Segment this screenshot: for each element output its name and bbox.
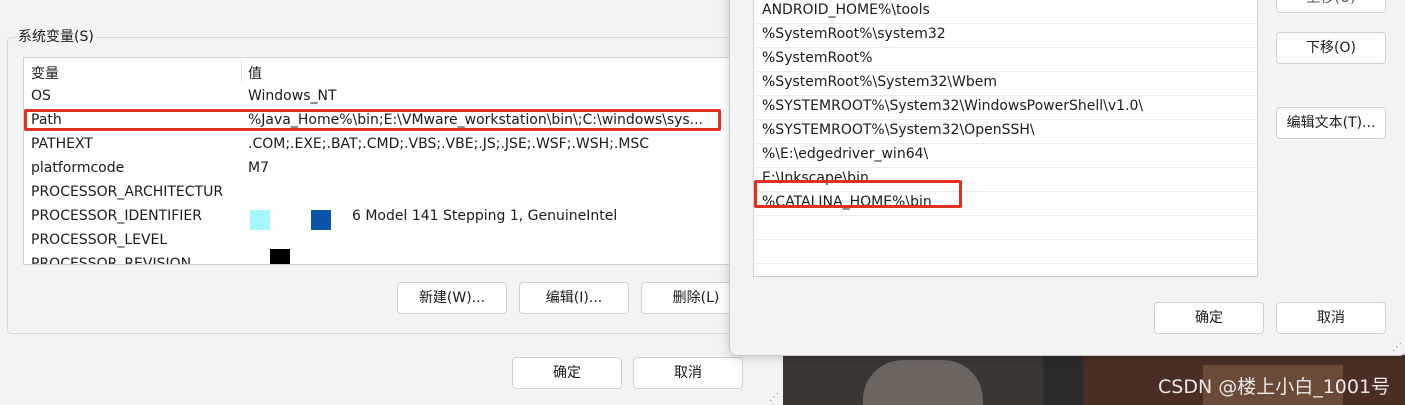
edit-path-dialog: ANDROID_HOME%\tools %SystemRoot%\system3… — [729, 0, 1405, 356]
variable-name: PATHEXT — [31, 136, 93, 152]
cancel-button[interactable]: 取消 — [633, 357, 743, 389]
obscured-block — [250, 210, 270, 230]
ok-button[interactable]: 确定 — [512, 357, 622, 389]
list-header: 变量 值 — [24, 58, 744, 84]
path-entry-text: %SystemRoot% — [762, 50, 873, 66]
variable-value: .COM;.EXE;.BAT;.CMD;.VBS;.VBE;.JS;.JSE;.… — [248, 136, 650, 152]
list-item[interactable]: %SystemRoot%\system32 — [754, 24, 1257, 48]
variable-name: PROCESSOR_ARCHITECTUR — [31, 184, 224, 200]
column-separator[interactable] — [241, 60, 242, 82]
table-row[interactable]: PROCESSOR_IDENTIFIER 6 Model 141 Steppin… — [24, 205, 744, 230]
table-row[interactable]: OS Windows_NT — [24, 85, 744, 109]
variable-name: platformcode — [31, 160, 125, 176]
path-entry-text: ANDROID_HOME%\tools — [762, 2, 930, 18]
move-down-button[interactable]: 下移(O) — [1276, 32, 1386, 64]
list-item[interactable]: %SYSTEMROOT%\System32\OpenSSH\ — [754, 120, 1257, 144]
table-row[interactable]: PROCESSOR_ARCHITECTUR — [24, 181, 744, 205]
variable-name: OS — [31, 88, 51, 104]
path-entries-list[interactable]: ANDROID_HOME%\tools %SystemRoot%\system3… — [753, 0, 1258, 277]
path-entry-text: %SystemRoot%\System32\Wbem — [762, 74, 997, 90]
resize-grip-icon[interactable]: ⋰ — [1392, 342, 1402, 353]
table-row[interactable]: PROCESSOR_REVISION — [24, 249, 744, 265]
table-row[interactable]: PATHEXT .COM;.EXE;.BAT;.CMD;.VBS;.VBE;.J… — [24, 133, 744, 157]
path-highlight-box — [24, 109, 721, 131]
column-header-name[interactable]: 变量 — [31, 63, 59, 83]
watermark: CSDN @楼上小白_1001号 — [1158, 376, 1391, 398]
edit-text-button[interactable]: 编辑文本(T)... — [1276, 107, 1386, 139]
new-variable-button[interactable]: 新建(W)... — [397, 282, 507, 314]
resize-grip-icon[interactable]: ⋰ — [769, 392, 779, 403]
variable-value: Windows_NT — [248, 88, 337, 104]
list-item[interactable]: %SystemRoot%\System32\Wbem — [754, 72, 1257, 96]
obscured-block — [270, 249, 290, 264]
system-variables-title: 系统变量(S) — [16, 26, 96, 46]
variable-name: PROCESSOR_LEVEL — [31, 232, 168, 248]
variable-value: M7 — [248, 160, 269, 173]
variable-name: PROCESSOR_IDENTIFIER — [31, 208, 202, 224]
list-item[interactable]: %\E:\edgedriver_win64\ — [754, 144, 1257, 168]
path-entry-text: %SYSTEMROOT%\System32\WindowsPowerShell\… — [762, 98, 1144, 114]
environment-variables-window: 系统变量(S) 变量 值 OS Windows_NT Path %Java_Ho… — [0, 0, 783, 405]
dialog-ok-button[interactable]: 确定 — [1154, 302, 1264, 334]
edit-variable-button[interactable]: 编辑(I)... — [519, 282, 629, 314]
table-row[interactable]: PROCESSOR_LEVEL — [24, 229, 744, 253]
list-item[interactable]: %SystemRoot% — [754, 48, 1257, 72]
variable-name: PROCESSOR_REVISION — [31, 256, 192, 265]
path-entry-text: %SYSTEMROOT%\System32\OpenSSH\ — [762, 122, 1035, 138]
path-entry-text: %SystemRoot%\system32 — [762, 26, 946, 42]
move-up-button[interactable]: 上移(U) — [1276, 0, 1386, 13]
list-item-empty[interactable] — [754, 216, 1257, 240]
dialog-cancel-button[interactable]: 取消 — [1276, 302, 1386, 334]
variable-value: 6 Model 141 Stepping 1, GenuineIntel — [352, 208, 618, 224]
list-item[interactable]: %SYSTEMROOT%\System32\WindowsPowerShell\… — [754, 96, 1257, 120]
list-item-empty[interactable] — [754, 240, 1257, 264]
list-item[interactable]: ANDROID_HOME%\tools — [754, 0, 1257, 24]
catalina-highlight-box — [754, 180, 962, 208]
column-header-value[interactable]: 值 — [248, 63, 262, 83]
path-entry-text: %\E:\edgedriver_win64\ — [762, 146, 929, 162]
system-variables-list[interactable]: 变量 值 OS Windows_NT Path %Java_Home%\bin;… — [23, 57, 745, 265]
table-row[interactable]: platformcode M7 — [24, 157, 744, 181]
obscured-block — [311, 210, 331, 230]
